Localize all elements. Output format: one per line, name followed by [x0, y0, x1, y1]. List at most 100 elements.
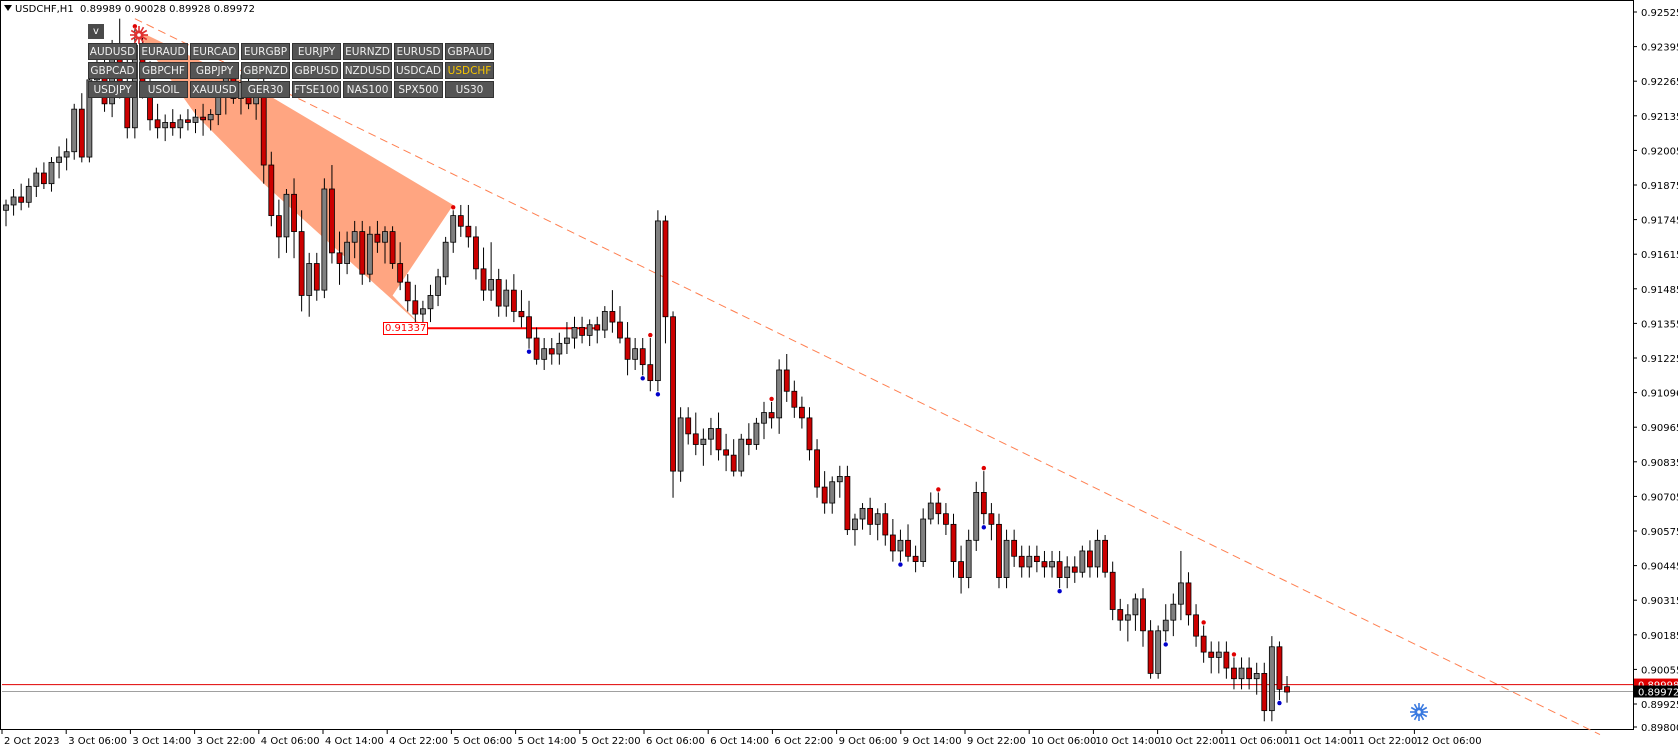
candle-body [556, 342, 563, 355]
swing-high-dot [981, 465, 987, 471]
candle-body [783, 369, 790, 392]
candle [730, 439, 737, 477]
symbol-button-gbpchf[interactable]: GBPCHF [139, 62, 188, 79]
panel-toggle-button[interactable]: v [88, 24, 104, 39]
candle [889, 519, 896, 562]
symbol-button-eurnzd[interactable]: EURNZD [343, 43, 392, 60]
candle-body [260, 87, 267, 166]
candle [768, 401, 775, 429]
candle-body [882, 513, 889, 536]
candle-body [829, 481, 836, 504]
candle-body [836, 476, 843, 483]
candle [457, 204, 464, 237]
star-center [137, 33, 141, 37]
price-tick-label: 0.90705 [1641, 492, 1678, 503]
candle-body [564, 337, 570, 344]
candle [526, 300, 532, 349]
candle-body [1155, 630, 1162, 674]
swing-low-dot [1163, 642, 1168, 647]
candle-body [412, 300, 419, 315]
candle [3, 199, 9, 227]
candle [1124, 604, 1131, 642]
candle [1064, 556, 1071, 589]
candle [836, 465, 843, 498]
candles-group [3, 18, 1290, 722]
candle-body [791, 390, 798, 408]
candle-body [457, 215, 464, 227]
price-tick-label: 0.90055 [1641, 665, 1678, 676]
candle [958, 545, 964, 594]
candle-body [594, 324, 601, 331]
candle-body [154, 119, 161, 129]
candle [1170, 593, 1177, 637]
symbol-button-gbpjpy[interactable]: GBPJPY [190, 62, 239, 79]
candle [1140, 588, 1146, 647]
candle-body [56, 156, 62, 163]
price-tick-label: 0.91096 [1641, 389, 1678, 400]
candle [761, 401, 767, 440]
swing-high-dot [1231, 652, 1237, 657]
time-tick-label: 5 Oct 22:00 [582, 736, 641, 747]
symbol-button-usdchf[interactable]: USDCHF [445, 62, 494, 79]
symbol-button-gbpcad[interactable]: GBPCAD [88, 62, 137, 79]
symbol-button-nas100[interactable]: NAS100 [343, 81, 392, 98]
candle [1284, 676, 1290, 703]
candle [450, 210, 457, 253]
symbol-button-eurusd[interactable]: EURUSD [394, 43, 443, 60]
candle [465, 204, 472, 248]
candle-body [685, 417, 692, 435]
candle-body [518, 311, 525, 318]
star-ray [140, 26, 145, 32]
price-chart[interactable]: 0.92525 0.92395 0.92265 0.92135 0.92005 0.918… [0, 0, 1678, 752]
candle-body [3, 204, 9, 211]
candle [283, 188, 290, 253]
symbol-button-gbpaud[interactable]: GBPAUD [445, 43, 494, 60]
candle [556, 332, 563, 365]
symbol-button-euraud[interactable]: EURAUD [139, 43, 188, 60]
candle [1132, 593, 1139, 631]
symbol-button-usoil[interactable]: USOIL [139, 81, 188, 98]
candle-body [1268, 646, 1275, 712]
symbol-button-gbpusd[interactable]: GBPUSD [292, 62, 341, 79]
candle-body [844, 476, 851, 531]
candle-body [1102, 539, 1108, 573]
candle [617, 306, 623, 344]
candle-body [662, 220, 669, 318]
candle-body [366, 233, 373, 275]
candle [1071, 556, 1078, 583]
symbol-button-eurcad[interactable]: EURCAD [190, 43, 239, 60]
candle [412, 284, 419, 323]
candle-body [1132, 598, 1139, 616]
candle [586, 319, 593, 347]
candle [1193, 604, 1199, 647]
symbol-button-nzdusd[interactable]: NZDUSD [343, 62, 392, 79]
candle [313, 252, 320, 301]
candle-body [306, 263, 313, 296]
swing-low-dot [981, 525, 987, 530]
symbol-button-us30[interactable]: US30 [445, 81, 494, 98]
symbol-button-ftse100[interactable]: FTSE100 [292, 81, 341, 98]
candle-body [480, 268, 487, 291]
time-tick-label: 11 Oct 06:00 [1224, 736, 1289, 747]
symbol-button-gbpnzd[interactable]: GBPNZD [241, 62, 290, 79]
candle-body [609, 311, 616, 323]
symbol-button-spx500[interactable]: SPX500 [394, 81, 443, 98]
candle [1185, 572, 1192, 626]
time-tick-label: 3 Oct 14:00 [132, 736, 191, 747]
dropdown-triangle-icon[interactable] [4, 5, 12, 11]
candle-body [1261, 672, 1268, 712]
candle [48, 157, 55, 192]
symbol-button-eurgbp[interactable]: EURGBP [241, 43, 290, 60]
candle [791, 380, 798, 418]
symbol-button-audusd[interactable]: AUDUSD [88, 43, 137, 60]
price-tick-label: 0.90185 [1641, 631, 1678, 642]
symbol-button-usdjpy[interactable]: USDJPY [88, 81, 137, 98]
swing-high-dot [1201, 620, 1206, 625]
symbol-button-usdcad[interactable]: USDCAD [394, 62, 443, 79]
candle-body [63, 151, 70, 158]
candle-body [1003, 539, 1010, 578]
symbol-button-eurjpy[interactable]: EURJPY [292, 43, 341, 60]
candle-body [442, 241, 449, 278]
symbol-button-xauusd[interactable]: XAUUSD [190, 81, 239, 98]
symbol-button-ger30[interactable]: GER30 [241, 81, 290, 98]
